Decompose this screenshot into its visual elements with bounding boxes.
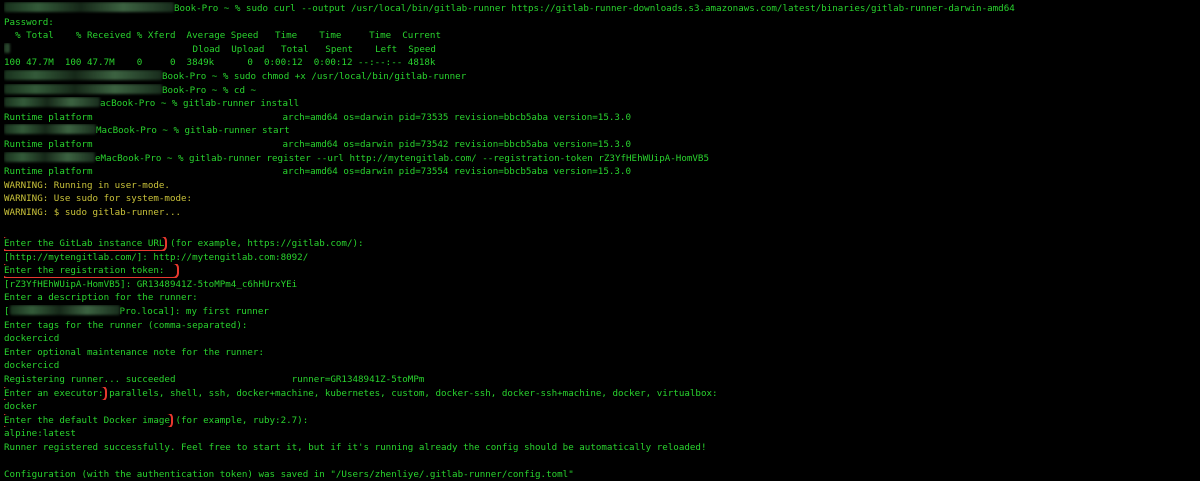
- terminal-line-description-answer: [Pro.local]: my first runner: [4, 305, 269, 318]
- terminal-window[interactable]: Book-Pro ~ % sudo curl --output /usr/loc…: [0, 0, 1200, 481]
- redacted-username: [4, 97, 100, 108]
- redacted-username: [4, 151, 95, 162]
- redacted-username: [4, 83, 162, 94]
- terminal-line-curl-header: % Total % Received % Xferd Average Speed…: [4, 30, 441, 42]
- command-text: sudo chmod +x /usr/local/bin/gitlab-runn…: [228, 70, 467, 82]
- terminal-line-warning: WARNING: $ sudo gitlab-runner...: [4, 206, 182, 218]
- prompt-text: MacBook-Pro ~ %: [96, 125, 179, 137]
- terminal-line-note-answer: dockercicd: [4, 360, 60, 372]
- prompt-text: Book-Pro ~ %: [174, 3, 241, 14]
- command-text: gitlab-runner register --url http://myte…: [183, 152, 709, 164]
- prompt-text: Book-Pro ~ %: [162, 70, 229, 82]
- terminal-line-config-saved: Configuration (with the authentication t…: [4, 469, 574, 481]
- terminal-line-image-prompt: Enter the default Docker image (for exam…: [4, 413, 309, 428]
- terminal-line-executor-prompt: Enter an executor: parallels, shell, ssh…: [4, 386, 718, 401]
- terminal-line-url-prompt: Enter the GitLab instance URL (for examp…: [4, 237, 364, 251]
- terminal-line-url-answer: [http://mytengitlab.com/]: http://myteng…: [4, 251, 309, 263]
- terminal-line-tags-answer: dockercicd: [4, 333, 60, 345]
- command-text: sudo curl --output /usr/local/bin/gitlab…: [240, 3, 1015, 14]
- terminal-line-start-command: MacBook-Pro ~ % gitlab-runner start: [4, 124, 1200, 138]
- prompt-text: acBook-Pro ~ %: [100, 98, 178, 110]
- terminal-line-image-answer: alpine:latest: [4, 428, 76, 440]
- redacted-username: [4, 124, 96, 135]
- url-prompt-highlight: Enter the GitLab instance URL: [4, 237, 168, 251]
- redacted-username: [4, 2, 174, 12]
- image-prompt-highlight: Enter the default Docker image: [4, 413, 173, 428]
- terminal-line-warning: WARNING: Running in user-mode.: [4, 179, 170, 191]
- redacted-hostname: [9, 305, 120, 316]
- terminal-line-curl-header-2: Dload Upload Total Spent Left Speed: [4, 42, 1200, 57]
- prompt-text: eMacBook-Pro ~ %: [95, 152, 184, 164]
- token-prompt-highlight: Enter the registration token:: [4, 264, 180, 278]
- executor-prompt-highlight: Enter an executor:: [4, 386, 107, 401]
- terminal-line-runtime-install: Runtime platform arch=amd64 os=darwin pid…: [4, 111, 631, 123]
- terminal-line-install-command: acBook-Pro ~ % gitlab-runner install: [4, 97, 1200, 111]
- command-text: gitlab-runner start: [178, 125, 290, 137]
- redacted-username: [4, 69, 162, 80]
- terminal-line-registering: Registering runner... succeeded runner=G…: [4, 374, 425, 386]
- terminal-line-token-answer: [rZ3YfHEhWUipA-HomVB5]: GR1348941Z-5toMP…: [4, 278, 298, 290]
- redacted-text: [4, 42, 10, 53]
- terminal-line-warning: WARNING: Use sudo for system-mode:: [4, 193, 193, 205]
- terminal-line-runtime-start: Runtime platform arch=amd64 os=darwin pid…: [4, 138, 631, 150]
- terminal-line-tags-prompt: Enter tags for the runner (comma-separat…: [4, 319, 248, 331]
- prompt-text: Book-Pro ~ %: [162, 84, 229, 96]
- terminal-line-executor-answer: docker: [4, 401, 38, 413]
- command-text: cd ~: [228, 84, 257, 96]
- terminal-line-token-prompt: Enter the registration token:: [4, 264, 1200, 278]
- terminal-line-curl-command: Book-Pro ~ % sudo curl --output /usr/loc…: [4, 2, 1200, 16]
- command-text: gitlab-runner install: [177, 98, 300, 110]
- terminal-line-password: Password:: [4, 16, 54, 28]
- terminal-line-success: Runner registered successfully. Feel fre…: [4, 442, 707, 453]
- terminal-line-cd-command: Book-Pro ~ % cd ~: [4, 83, 1200, 98]
- terminal-line-register-command: eMacBook-Pro ~ % gitlab-runner register …: [4, 151, 1200, 166]
- terminal-line-note-prompt: Enter optional maintenance note for the …: [4, 346, 264, 358]
- terminal-line-description-prompt: Enter a description for the runner:: [4, 292, 198, 304]
- terminal-line-chmod-command: Book-Pro ~ % sudo chmod +x /usr/local/bi…: [4, 69, 1200, 84]
- terminal-line-runtime-register: Runtime platform arch=amd64 os=darwin pid…: [4, 166, 631, 178]
- terminal-line-curl-progress: 100 47.7M 100 47.7M 0 0 3849k 0 0:00:12 …: [4, 57, 436, 69]
